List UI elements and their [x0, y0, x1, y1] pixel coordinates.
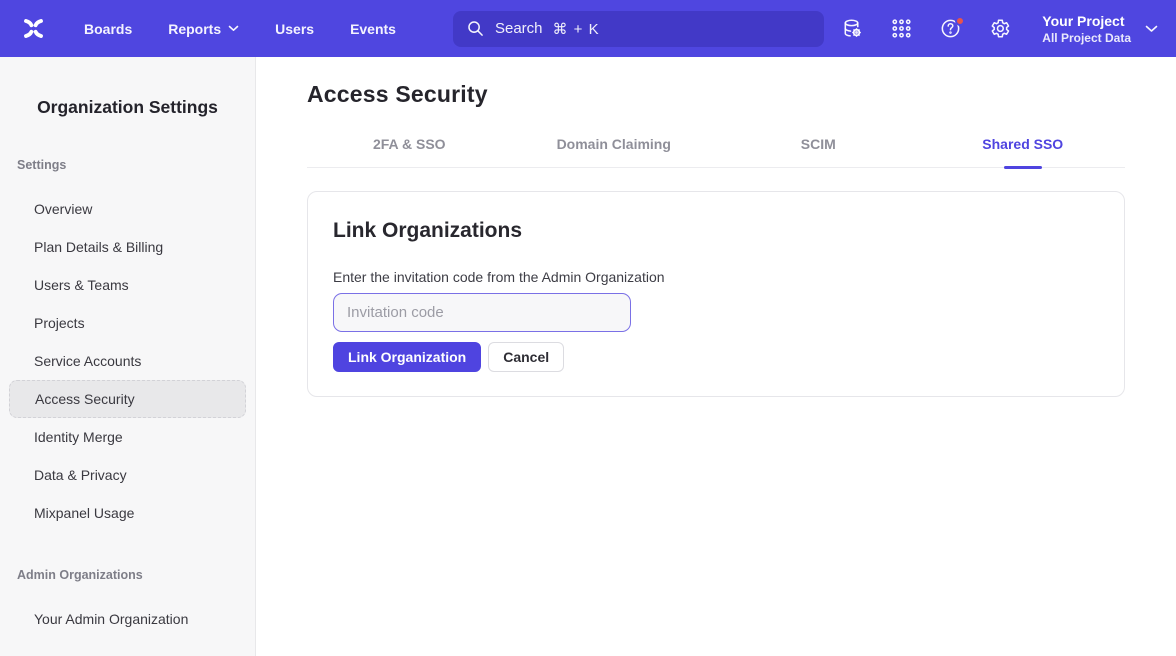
sidebar-item-users-teams[interactable]: Users & Teams [0, 266, 255, 304]
topnav-right-controls: Your Project All Project Data [840, 12, 1158, 46]
search-icon [467, 20, 484, 37]
tab-domain-claiming[interactable]: Domain Claiming [512, 136, 717, 167]
card-actions: Link Organization Cancel [333, 342, 1099, 372]
sidebar-section-settings: Settings [0, 158, 255, 172]
tab-2fa-sso[interactable]: 2FA & SSO [307, 136, 512, 167]
organization-settings-sidebar: Organization Settings Settings Overview … [0, 57, 256, 656]
nav-link-label: Users [275, 21, 314, 37]
sidebar-items-settings: Overview Plan Details & Billing Users & … [0, 190, 255, 532]
apps-grid-icon[interactable] [889, 17, 913, 41]
sidebar-items-admin-organizations: Your Admin Organization [0, 600, 255, 638]
sidebar-item-mixpanel-usage[interactable]: Mixpanel Usage [0, 494, 255, 532]
link-organization-button[interactable]: Link Organization [333, 342, 481, 372]
sidebar-section-admin-organizations: Admin Organizations [0, 568, 255, 582]
settings-gear-icon[interactable] [987, 17, 1011, 41]
data-management-icon[interactable] [840, 17, 864, 41]
project-subtitle: All Project Data [1042, 30, 1131, 46]
chevron-down-icon [1145, 25, 1158, 33]
project-switcher[interactable]: Your Project All Project Data [1042, 12, 1158, 46]
sidebar-item-overview[interactable]: Overview [0, 190, 255, 228]
nav-link-boards[interactable]: Boards [84, 21, 132, 37]
nav-link-reports[interactable]: Reports [168, 21, 239, 37]
search-shortcut: ⌘ + K [553, 20, 600, 38]
link-organizations-card: Link Organizations Enter the invitation … [307, 191, 1125, 397]
tab-shared-sso[interactable]: Shared SSO [921, 136, 1126, 167]
project-name: Your Project [1042, 12, 1124, 30]
notification-dot [955, 16, 965, 26]
search-input[interactable]: Search ⌘ + K [453, 11, 824, 47]
tab-scim[interactable]: SCIM [716, 136, 921, 167]
sidebar-item-plan-details-billing[interactable]: Plan Details & Billing [0, 228, 255, 266]
nav-link-label: Events [350, 21, 396, 37]
sidebar-item-data-privacy[interactable]: Data & Privacy [0, 456, 255, 494]
project-meta: Your Project All Project Data [1042, 12, 1131, 46]
sidebar-item-service-accounts[interactable]: Service Accounts [0, 342, 255, 380]
nav-link-events[interactable]: Events [350, 21, 396, 37]
sidebar-title: Organization Settings [0, 97, 255, 118]
card-title: Link Organizations [333, 219, 1099, 243]
chevron-down-icon [228, 25, 239, 32]
page-title: Access Security [307, 81, 1125, 108]
nav-link-label: Boards [84, 21, 132, 37]
sidebar-item-projects[interactable]: Projects [0, 304, 255, 342]
cancel-button[interactable]: Cancel [488, 342, 564, 372]
invitation-code-input[interactable] [333, 293, 631, 332]
sidebar-item-access-security[interactable]: Access Security [9, 380, 246, 418]
nav-link-label: Reports [168, 21, 221, 37]
sidebar-item-identity-merge[interactable]: Identity Merge [0, 418, 255, 456]
search-placeholder: Search [495, 20, 543, 37]
help-icon[interactable] [938, 17, 962, 41]
main-content: Access Security 2FA & SSO Domain Claimin… [256, 57, 1176, 656]
nav-link-users[interactable]: Users [275, 21, 314, 37]
mixpanel-logo-icon[interactable] [20, 15, 47, 42]
top-navigation-bar: Boards Reports Users Events Search ⌘ + K [0, 0, 1176, 57]
sidebar-item-your-admin-organization[interactable]: Your Admin Organization [0, 600, 255, 638]
access-security-tabs: 2FA & SSO Domain Claiming SCIM Shared SS… [307, 136, 1125, 168]
primary-nav-links: Boards Reports Users Events [84, 21, 396, 37]
invitation-code-label: Enter the invitation code from the Admin… [333, 269, 1099, 285]
